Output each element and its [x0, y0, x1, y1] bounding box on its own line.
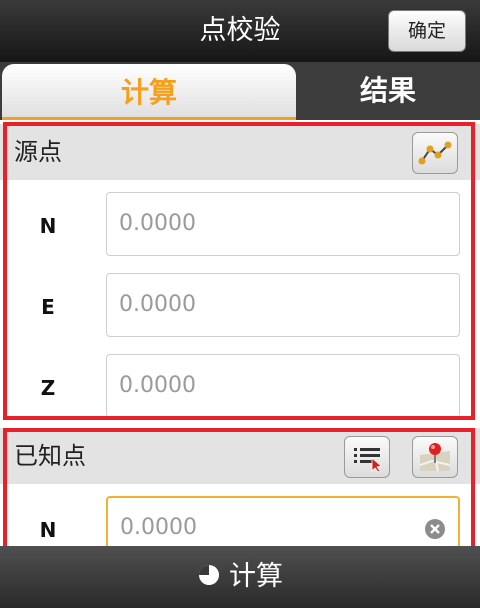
known-n-value: 0.0000: [120, 515, 197, 540]
content-area[interactable]: 源点 N 0.0000 E 0.0000 Z 0.0000 已知点 N 0.00…: [0, 120, 480, 546]
pie-chart-icon: [199, 564, 219, 585]
chart-line-icon: [418, 141, 452, 165]
known-map-button[interactable]: [412, 436, 458, 478]
title-bar: 点校验 确定: [0, 0, 480, 62]
bottom-bar: 计算: [0, 546, 480, 608]
source-n-label: N: [39, 214, 57, 238]
clear-icon[interactable]: [424, 518, 446, 540]
calculate-button[interactable]: 计算: [0, 546, 480, 608]
source-chart-button[interactable]: [412, 132, 458, 174]
tab-calculate[interactable]: 计算: [2, 64, 296, 120]
source-e-input[interactable]: 0.0000: [106, 273, 460, 337]
tab-calculate-label: 计算: [120, 76, 177, 109]
calculate-label: 计算: [229, 561, 283, 592]
known-n-label: N: [39, 518, 57, 542]
source-z-input[interactable]: 0.0000: [106, 354, 460, 418]
known-point-header: 已知点: [0, 428, 480, 484]
source-z-label: Z: [40, 376, 56, 400]
tab-result[interactable]: 结果: [296, 62, 480, 120]
map-pin-icon: [419, 443, 451, 472]
source-e-label: E: [41, 295, 55, 319]
known-point-title: 已知点: [14, 442, 86, 470]
source-point-header: 源点: [0, 124, 480, 180]
confirm-button[interactable]: 确定: [388, 10, 466, 52]
source-n-input[interactable]: 0.0000: [106, 192, 460, 256]
tab-bar: 计算 结果: [0, 62, 480, 120]
known-list-button[interactable]: [344, 436, 390, 478]
list-select-icon: [354, 448, 382, 473]
known-n-input[interactable]: 0.0000: [106, 496, 460, 546]
source-point-title: 源点: [14, 138, 62, 166]
